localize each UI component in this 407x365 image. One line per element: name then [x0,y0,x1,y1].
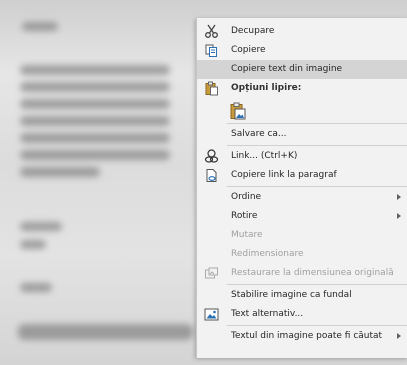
menu-separator [227,186,407,187]
context-menu: Decupare Copiere Copiere text din imagin… [196,18,407,358]
menu-item-label: Redimensionare [231,249,304,259]
menu-item-searchable-text[interactable]: Textul din imagine poate fi căutat [197,327,407,346]
link-icon [204,149,219,164]
menu-item-label: Textul din imagine poate fi căutat [231,331,383,341]
link-paragraph-icon [204,168,219,183]
menu-item-order[interactable]: Ordine [197,188,407,207]
menu-item-label: Link... (Ctrl+K) [231,151,298,161]
menu-item-paste-options: Opțiuni lipire: [197,79,407,98]
paste-picture-icon[interactable] [230,102,246,120]
menu-item-link[interactable]: Link... (Ctrl+K) [197,147,407,166]
menu-item-label: Copiere [231,45,266,55]
menu-item-label: Restaurare la dimensiunea originală [231,268,394,278]
scissors-icon [204,24,219,39]
submenu-arrow-icon [397,194,401,200]
menu-item-resize: Redimensionare [197,245,407,264]
submenu-arrow-icon [397,213,401,219]
alt-text-icon [204,307,219,322]
menu-item-rotate[interactable]: Rotire [197,207,407,226]
menu-item-label: Salvare ca... [231,129,287,139]
paste-icon [204,81,219,96]
submenu-arrow-icon [397,333,401,339]
menu-separator [227,325,407,326]
menu-item-label: Stabilire imagine ca fundal [231,290,352,300]
menu-item-move: Mutare [197,226,407,245]
menu-item-copy-link-to-paragraph[interactable]: Copiere link la paragraf [197,166,407,185]
menu-item-label: Opțiuni lipire: [231,83,302,93]
menu-item-set-as-background[interactable]: Stabilire imagine ca fundal [197,286,407,305]
paste-option-row [197,98,407,122]
restore-size-icon [204,266,219,281]
menu-item-label: Decupare [231,26,275,36]
menu-item-label: Copiere text din imagine [231,64,343,74]
menu-item-label: Text alternativ... [231,309,304,319]
menu-item-label: Ordine [231,192,262,202]
menu-item-copy[interactable]: Copiere [197,41,407,60]
menu-item-copy-text-from-image[interactable]: Copiere text din imagine [197,60,407,79]
menu-item-label: Copiere link la paragraf [231,170,337,180]
menu-item-cut[interactable]: Decupare [197,22,407,41]
menu-item-label: Mutare [231,230,263,240]
menu-item-label: Rotire [231,211,258,221]
menu-separator [227,284,407,285]
menu-item-alt-text[interactable]: Text alternativ... [197,305,407,324]
menu-item-restore-original-size: Restaurare la dimensiunea originală [197,264,407,283]
menu-separator [227,123,407,124]
menu-item-save-as[interactable]: Salvare ca... [197,125,407,144]
copy-icon [204,43,219,58]
menu-separator [227,145,407,146]
